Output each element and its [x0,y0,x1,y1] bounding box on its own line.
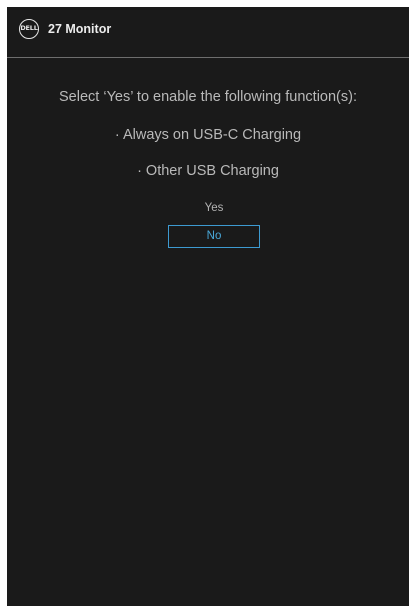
osd-header: DELL 27 Monitor [7,7,409,51]
no-option-button[interactable]: No [168,225,260,248]
osd-panel: DELL 27 Monitor Select ‘Yes’ to enable t… [7,7,409,606]
function-item-other-usb-charging: · Other USB Charging [137,163,279,179]
dell-logo-icon: DELL [19,19,39,39]
monitor-title: 27 Monitor [48,22,112,36]
header-divider [7,57,409,58]
yes-option-button[interactable]: Yes [168,197,260,219]
function-item-usbc-charging: · Always on USB-C Charging [114,127,302,143]
screen-frame: DELL 27 Monitor Select ‘Yes’ to enable t… [0,0,415,606]
enable-prompt: Select ‘Yes’ to enable the following fun… [59,89,357,105]
